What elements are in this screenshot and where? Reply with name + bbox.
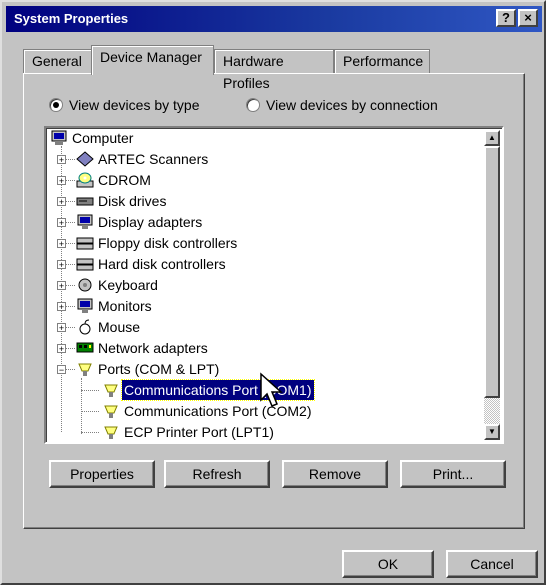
mouse-pointer-icon xyxy=(260,372,283,407)
refresh-button[interactable]: Refresh xyxy=(164,460,270,488)
properties-button[interactable]: Properties xyxy=(49,460,155,488)
expand-icon[interactable]: + xyxy=(57,176,66,186)
tree-item-label: ARTEC Scanners xyxy=(98,151,209,167)
button-label: Refresh xyxy=(192,466,242,482)
keyboard-icon xyxy=(78,278,92,292)
print-button[interactable]: Print... xyxy=(400,460,506,488)
port-icon xyxy=(104,426,118,439)
port-icon xyxy=(78,363,92,376)
tab-general[interactable]: General xyxy=(23,49,95,73)
button-label: Cancel xyxy=(470,556,514,572)
computer-icon xyxy=(51,130,67,145)
expand-icon[interactable]: + xyxy=(57,197,66,207)
remove-button[interactable]: Remove xyxy=(282,460,388,488)
scroll-down-button[interactable]: ▼ xyxy=(484,424,500,440)
cancel-button[interactable]: Cancel xyxy=(446,550,538,578)
radio-label: View devices by type xyxy=(69,97,200,113)
help-icon: ? xyxy=(502,10,510,25)
tree-item-label: Ports (COM & LPT) xyxy=(98,361,220,377)
close-button[interactable]: × xyxy=(518,9,538,27)
title-bar[interactable]: System Properties ? × xyxy=(6,6,542,32)
tree-item-label: Monitors xyxy=(98,298,152,314)
tab-performance[interactable]: Performance xyxy=(334,49,430,73)
button-label: OK xyxy=(377,556,399,572)
collapse-icon[interactable]: − xyxy=(57,365,66,375)
tab-label: General xyxy=(32,53,82,69)
tree-item-label: CDROM xyxy=(98,172,151,188)
tree-item-label: Computer xyxy=(72,130,134,146)
tree-scrollbar[interactable]: ▲ ▼ xyxy=(484,130,500,440)
scroll-thumb[interactable] xyxy=(484,146,500,398)
expand-icon[interactable]: + xyxy=(57,344,66,354)
view-by-connection-radio[interactable]: View devices by connection xyxy=(246,97,456,115)
diamond-icon xyxy=(76,151,94,167)
scroll-up-button[interactable]: ▲ xyxy=(484,130,500,146)
tree-item-label: Keyboard xyxy=(98,277,158,293)
radio-label: View devices by connection xyxy=(266,97,438,113)
disk-drive-icon xyxy=(76,197,94,206)
cdrom-icon xyxy=(76,172,94,188)
button-label: Properties xyxy=(70,466,134,482)
tab-label: Performance xyxy=(343,53,424,69)
hard-disk-controller-icon xyxy=(76,258,94,271)
expand-icon[interactable]: + xyxy=(57,218,66,228)
tree-item-label: ECP Printer Port (LPT1) xyxy=(124,424,274,440)
tree-item-label: Display adapters xyxy=(98,214,203,230)
arrow-down-icon: ▼ xyxy=(488,427,496,436)
network-adapter-icon xyxy=(76,342,94,353)
expand-icon[interactable]: + xyxy=(57,302,66,312)
tree-item-label: Floppy disk controllers xyxy=(98,235,238,251)
floppy-controller-icon xyxy=(76,237,94,250)
button-label: Remove xyxy=(308,466,362,482)
tree-item-label: Mouse xyxy=(98,319,141,335)
help-button[interactable]: ? xyxy=(496,9,516,27)
radio-button[interactable] xyxy=(246,98,260,112)
monitor-icon xyxy=(77,298,93,313)
close-icon: × xyxy=(524,10,532,25)
expand-icon[interactable]: + xyxy=(57,323,66,333)
arrow-up-icon: ▲ xyxy=(488,133,496,142)
view-by-type-radio[interactable]: View devices by type xyxy=(49,97,229,115)
port-icon xyxy=(104,384,118,397)
button-label: Print... xyxy=(432,466,474,482)
expand-icon[interactable]: + xyxy=(57,239,66,249)
tab-hardware-profiles[interactable]: Hardware Profiles xyxy=(214,49,334,91)
system-properties-window: System Properties ? × General Device Man… xyxy=(0,0,546,585)
tab-label: Device Manager xyxy=(100,49,202,65)
window-title: System Properties xyxy=(14,11,129,26)
tree-item-label: Hard disk controllers xyxy=(98,256,226,272)
port-icon xyxy=(104,405,118,418)
tree-item-label: Disk drives xyxy=(98,193,167,209)
expand-icon[interactable]: + xyxy=(57,155,66,165)
monitor-icon xyxy=(77,214,93,229)
mouse-icon xyxy=(79,319,91,335)
ok-button[interactable]: OK xyxy=(342,550,434,578)
expand-icon[interactable]: + xyxy=(57,281,66,291)
tab-device-manager[interactable]: Device Manager xyxy=(91,45,214,75)
tree-item-label: Network adapters xyxy=(98,340,208,356)
radio-button-selected[interactable] xyxy=(49,98,63,112)
expand-icon[interactable]: + xyxy=(57,260,66,270)
